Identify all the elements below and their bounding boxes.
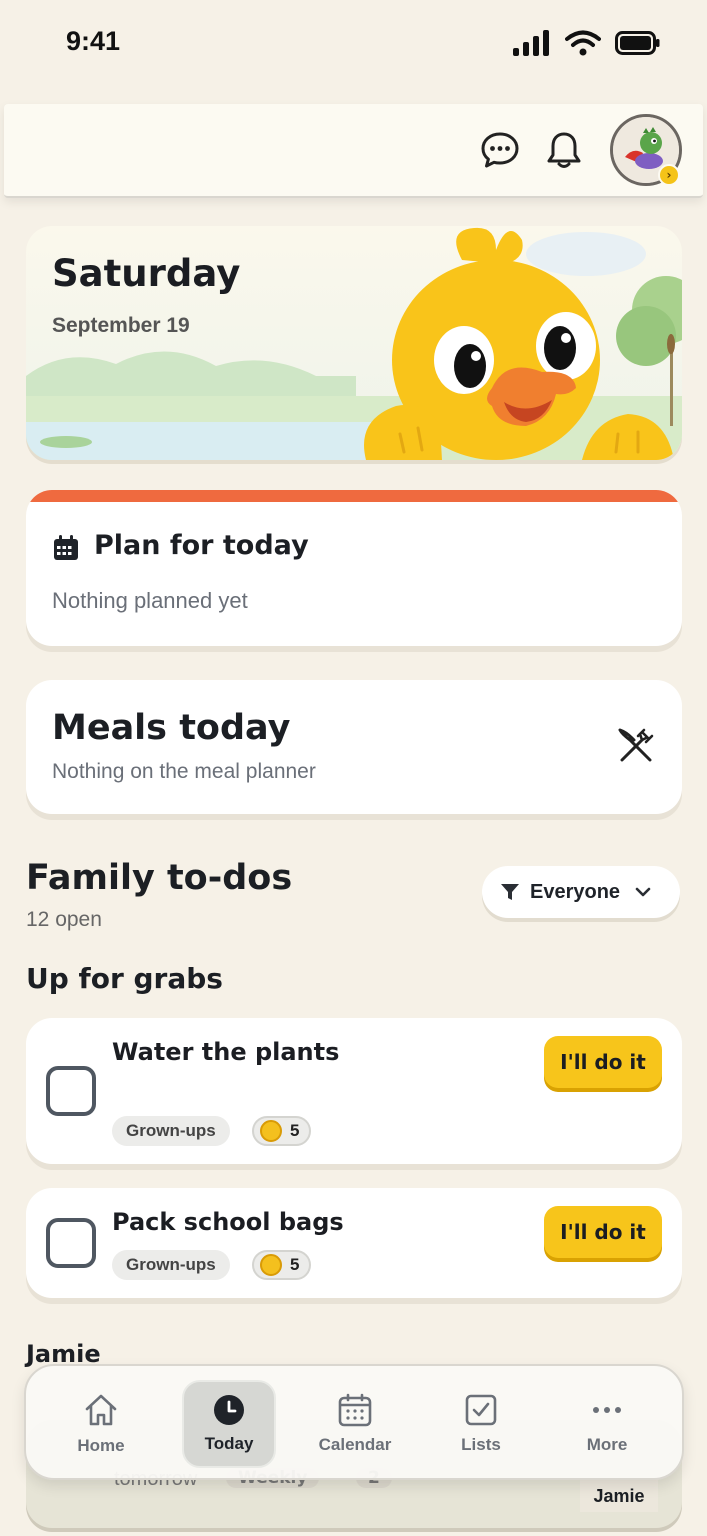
checkbox-icon	[465, 1394, 497, 1426]
todo-coin-reward: 5	[252, 1116, 312, 1146]
todo-card: Water the plants Grown-ups 5 I'll do it	[26, 1018, 682, 1164]
status-bar: 9:41	[0, 0, 707, 92]
plan-card-accent-strip	[26, 490, 682, 502]
battery-icon	[615, 31, 660, 55]
status-icons	[513, 30, 661, 56]
coin-icon	[260, 1254, 282, 1276]
todo-checkbox[interactable]	[46, 1066, 96, 1116]
meals-card-title: Meals today	[52, 708, 291, 748]
top-bar	[4, 104, 703, 198]
bell-icon	[547, 132, 581, 168]
everyone-filter-dropdown[interactable]: Everyone	[482, 866, 680, 918]
bottom-tab-bar: Home Today Calendar Lists More	[24, 1364, 684, 1480]
todo-checkbox[interactable]	[46, 1218, 96, 1268]
todo-title: Pack school bags	[112, 1208, 344, 1236]
avatar-chevron-badge[interactable]: ›	[658, 164, 680, 186]
todo-assignee-tag: Grown-ups	[112, 1250, 230, 1280]
meals-today-card[interactable]: Meals today Nothing on the meal planner	[26, 680, 682, 814]
tab-today[interactable]: Today	[182, 1380, 276, 1468]
meals-card-subtitle: Nothing on the meal planner	[52, 760, 316, 783]
messages-button[interactable]	[478, 128, 522, 172]
home-icon	[85, 1394, 117, 1426]
duck-mascot-illustration	[364, 227, 674, 460]
filter-funnel-icon	[501, 884, 519, 900]
calendar-icon	[338, 1393, 372, 1427]
wifi-icon	[565, 30, 601, 56]
todo-assignee-label: Jamie	[580, 1480, 658, 1512]
tab-today-label: Today	[204, 1434, 254, 1453]
tab-calendar-label: Calendar	[318, 1435, 392, 1454]
filter-label: Everyone	[530, 880, 621, 903]
hero-day-title: Saturday	[52, 252, 241, 295]
fork-knife-crossed-icon	[618, 728, 654, 762]
tab-lists-label: Lists	[461, 1435, 501, 1454]
hero-date-subtitle: September 19	[52, 314, 190, 337]
family-todos-count: 12 open	[26, 908, 102, 931]
clock-icon	[214, 1395, 244, 1425]
more-icon	[593, 1407, 621, 1413]
todo-title: Water the plants	[112, 1038, 340, 1066]
notifications-button[interactable]	[542, 128, 586, 172]
plan-card-title: Plan for today	[94, 530, 309, 561]
status-time: 9:41	[66, 26, 121, 56]
todo-coin-value: 5	[290, 1121, 300, 1140]
tab-calendar[interactable]: Calendar	[308, 1380, 402, 1468]
tab-home-label: Home	[77, 1436, 125, 1455]
tab-lists[interactable]: Lists	[434, 1380, 528, 1468]
tab-home[interactable]: Home	[54, 1380, 148, 1468]
claim-todo-button[interactable]: I'll do it	[544, 1206, 662, 1258]
todo-coin-reward: 5	[252, 1250, 312, 1280]
date-hero-card: Saturday September 19	[26, 226, 682, 460]
plan-card-subtitle: Nothing planned yet	[52, 588, 248, 613]
calendar-grid-icon	[54, 535, 78, 560]
up-for-grabs-title: Up for grabs	[26, 962, 223, 995]
chevron-down-icon	[635, 887, 651, 897]
claim-todo-button[interactable]: I'll do it	[544, 1036, 662, 1088]
family-todos-title: Family to-dos	[26, 858, 293, 898]
cellular-signal-icon	[513, 30, 549, 56]
todo-card: Pack school bags Grown-ups 5 I'll do it	[26, 1188, 682, 1298]
chat-bubble-icon	[481, 132, 519, 168]
coin-icon	[260, 1120, 282, 1142]
plan-for-today-card[interactable]: Plan for today Nothing planned yet	[26, 490, 682, 646]
todo-coin-value: 5	[290, 1255, 300, 1274]
tab-more-label: More	[586, 1435, 628, 1454]
tab-more[interactable]: More	[560, 1380, 654, 1468]
todo-assignee-tag: Grown-ups	[112, 1116, 230, 1146]
